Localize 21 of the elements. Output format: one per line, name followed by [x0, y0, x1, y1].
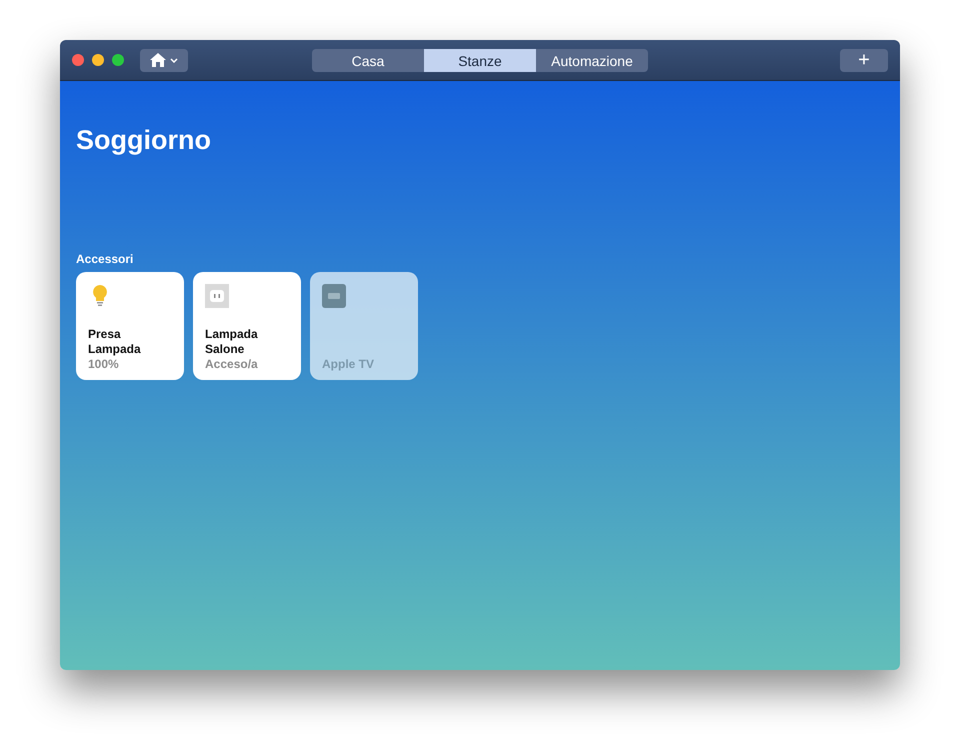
accessory-name: Apple TV [322, 357, 376, 372]
home-menu-button[interactable] [140, 48, 188, 72]
outlet-icon [205, 284, 229, 308]
room-title: Soggiorno [76, 125, 212, 156]
house-icon [150, 53, 166, 67]
accessory-status: 100% [88, 357, 120, 372]
close-button[interactable] [72, 54, 84, 66]
tab[interactable]: Casa [312, 49, 424, 72]
minimize-button[interactable] [92, 54, 104, 66]
tv-icon [322, 284, 346, 308]
tab[interactable]: Automazione [536, 49, 648, 72]
zoom-button[interactable] [112, 54, 124, 66]
tab[interactable]: Stanze [424, 49, 536, 72]
accessory-name: Presa Lampada [88, 327, 142, 357]
accessory-tile[interactable]: Presa Lampada 100% [76, 272, 184, 380]
accessory-name: Lampada Salone [205, 327, 259, 357]
add-button[interactable]: + [840, 48, 888, 72]
chevron-down-icon [170, 58, 178, 62]
accessory-status: Acceso/a [205, 357, 259, 372]
section-title: Accessori [76, 252, 134, 266]
accessory-tile[interactable]: Lampada Salone Acceso/a [193, 272, 301, 380]
